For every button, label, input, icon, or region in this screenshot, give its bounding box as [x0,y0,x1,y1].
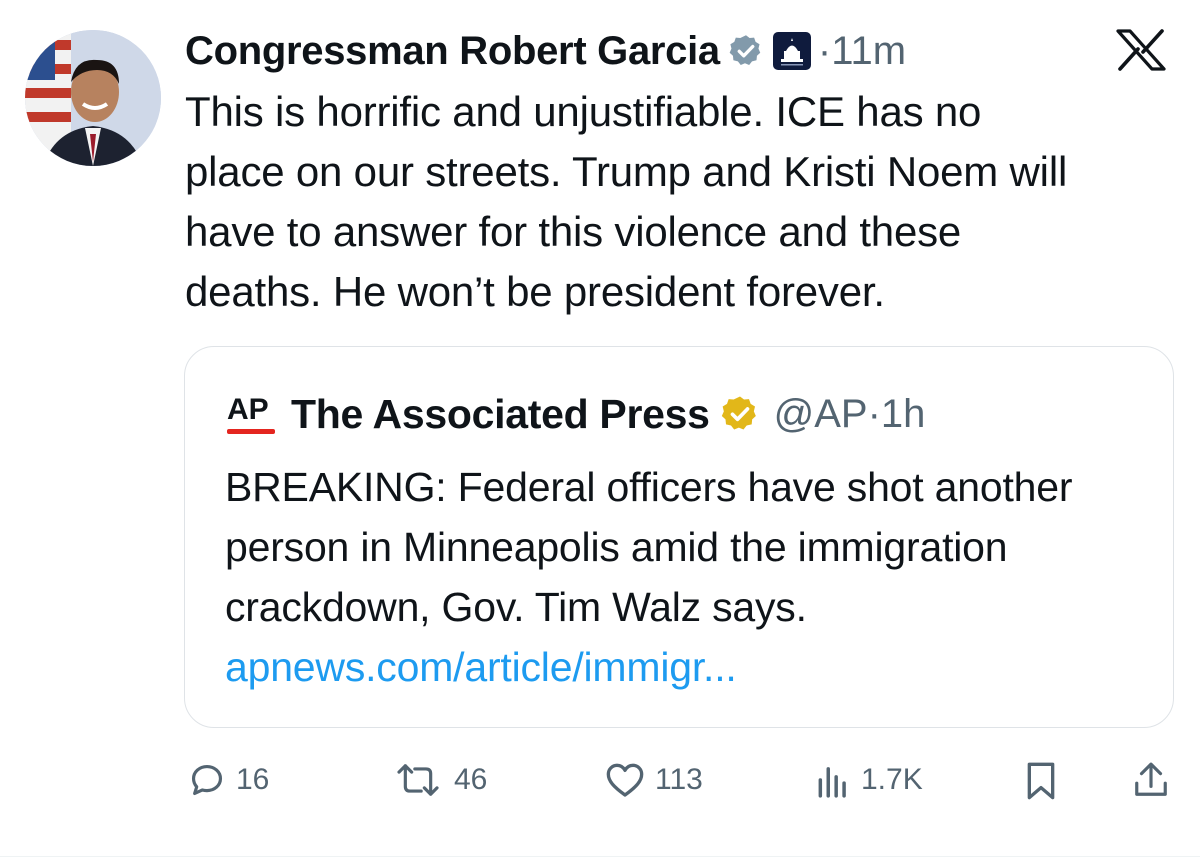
gold-verified-badge-icon [721,396,756,430]
capitol-icon[interactable] [772,31,812,71]
quoted-tweet-header: AP The Associated Press @AP·1h [225,389,925,439]
x-logo-icon[interactable] [1112,28,1170,72]
repost-icon [397,764,439,796]
quoted-time: 1h [880,391,926,436]
repost-button[interactable]: 46 [392,761,487,799]
like-count: 113 [655,763,703,796]
tweet-text: This is horrific and unjustifiable. ICE … [185,88,1068,315]
repost-count: 46 [454,763,488,796]
reply-icon [191,764,223,796]
reply-count: 16 [236,763,270,796]
bookmark-icon [1027,762,1055,800]
avatar-image [25,30,161,166]
quoted-handle: @AP [773,391,868,436]
views-button[interactable]: 1.7K [815,761,923,799]
views-count: 1.7K [861,763,923,796]
reply-button[interactable]: 16 [188,761,269,799]
tweet-header: Congressman Robert Garcia ·11m [185,26,906,76]
share-button[interactable] [1132,759,1170,801]
article-link[interactable]: apnews.com/article/immigr... [225,644,737,690]
quoted-handle-time: @AP·1h [773,391,926,436]
like-button[interactable]: 113 [605,761,703,799]
quoted-tweet-text: BREAKING: Federal officers have shot ano… [225,464,1073,690]
bookmark-button[interactable] [1024,761,1058,801]
like-icon [606,763,644,797]
quoted-tweet[interactable]: AP The Associated Press @AP·1h BREAKING:… [184,346,1174,728]
ap-logo-icon: AP [227,393,275,434]
action-bar: 16 46 113 1.7K [0,755,1200,805]
tweet-time[interactable]: ·11m [818,29,906,74]
avatar[interactable] [25,30,161,166]
author-name[interactable]: Congressman Robert Garcia [185,29,720,74]
quoted-author-name[interactable]: The Associated Press [291,391,710,438]
views-icon [818,767,846,798]
verified-badge-icon [729,35,761,65]
share-icon [1135,762,1167,796]
ap-logo-text: AP [227,393,269,426]
